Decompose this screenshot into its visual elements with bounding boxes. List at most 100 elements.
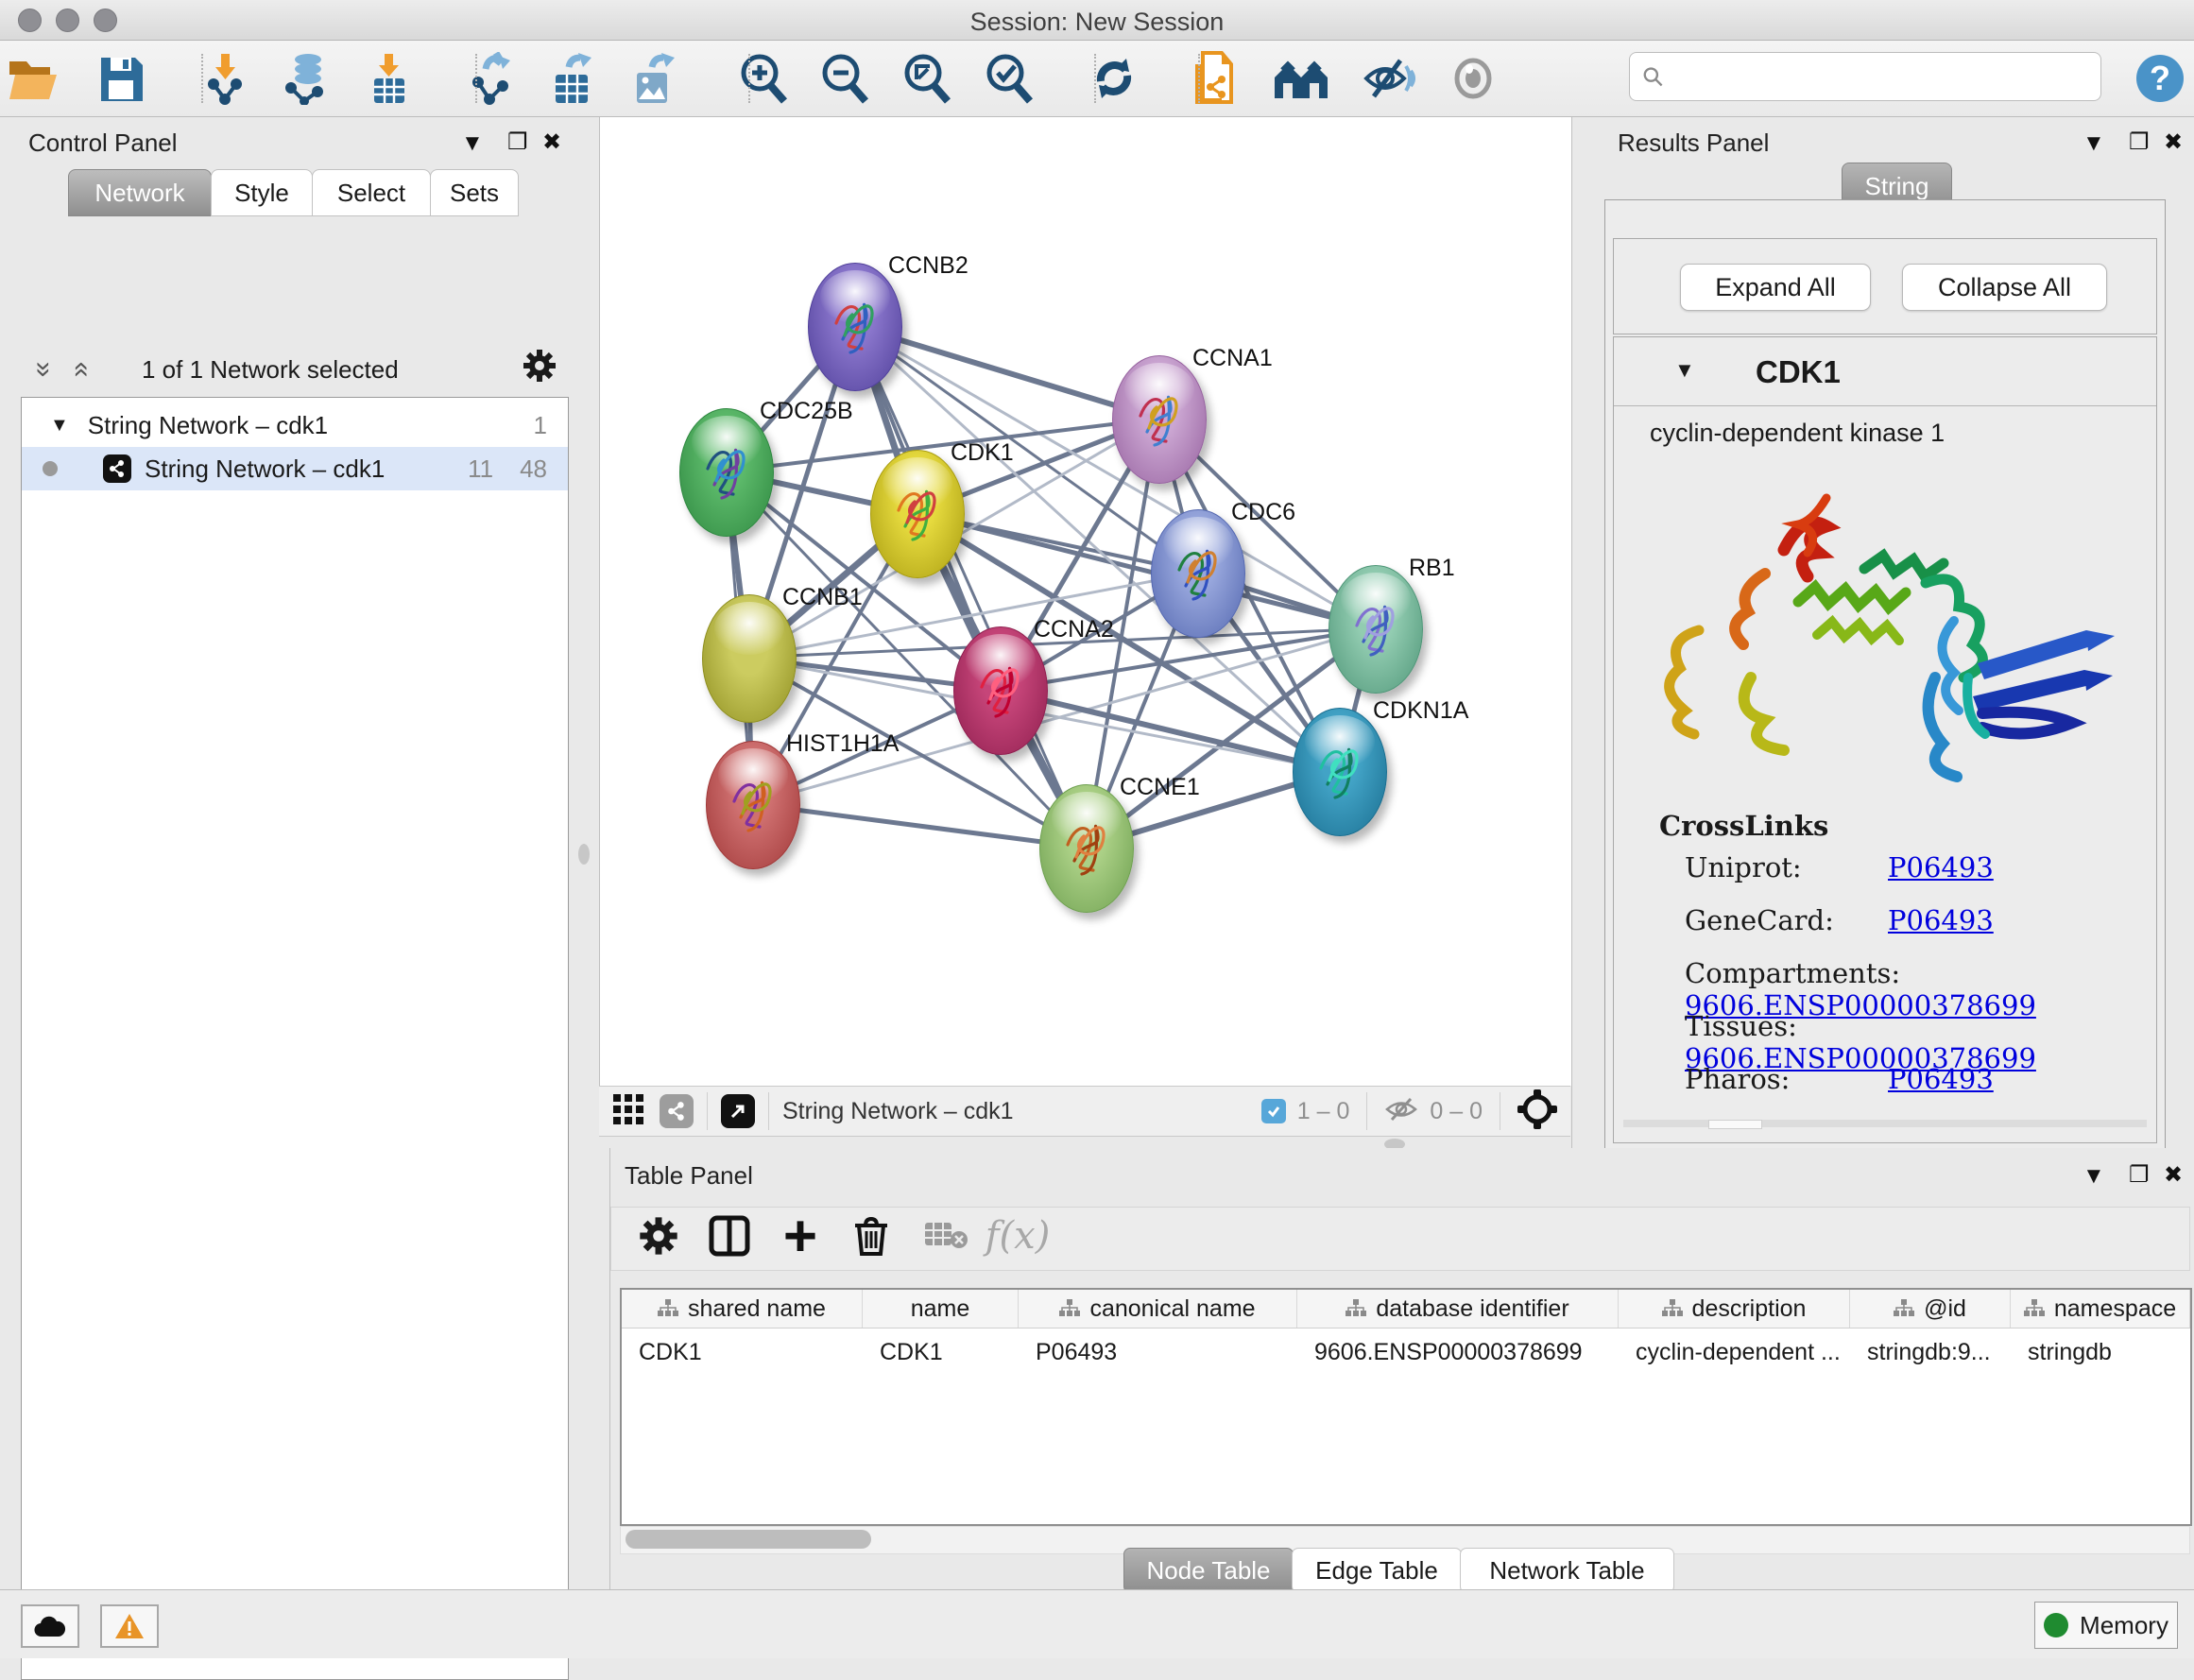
expand-all-icon[interactable]: » xyxy=(72,353,88,386)
network-edge[interactable] xyxy=(752,804,1086,848)
show-columns-icon[interactable] xyxy=(701,1208,758,1264)
save-session-icon[interactable] xyxy=(91,48,151,109)
open-in-new-window-icon[interactable] xyxy=(721,1094,755,1128)
column-header-database-identifier[interactable]: database identifier xyxy=(1297,1290,1619,1328)
show-graphics-icon[interactable] xyxy=(1443,48,1503,109)
delete-table-icon[interactable] xyxy=(918,1208,975,1264)
crosslink-link[interactable]: P06493 xyxy=(1888,851,1994,883)
table-cell[interactable]: stringdb:9... xyxy=(1850,1333,2011,1371)
table-cell[interactable]: 9606.ENSP00000378699 xyxy=(1297,1333,1619,1371)
network-node-rb1[interactable] xyxy=(1328,565,1423,694)
left-splitter-handle[interactable] xyxy=(578,844,590,865)
float-panel-icon[interactable]: ❐ xyxy=(507,129,528,156)
crosslink-link[interactable]: P06493 xyxy=(1888,1063,1994,1095)
delete-column-icon[interactable] xyxy=(843,1208,900,1264)
table-options-gear-icon[interactable] xyxy=(630,1208,687,1264)
panel-menu-icon[interactable]: ▼ xyxy=(2083,130,2105,157)
table-cell[interactable]: CDK1 xyxy=(622,1333,863,1371)
close-panel-icon[interactable]: ✖ xyxy=(542,129,561,156)
network-node-cdk1[interactable] xyxy=(870,450,965,578)
zoom-out-icon[interactable] xyxy=(814,48,875,109)
string-home-icon[interactable] xyxy=(1271,48,1331,109)
create-column-icon[interactable]: + xyxy=(772,1208,829,1264)
close-panel-icon[interactable]: ✖ xyxy=(2164,129,2183,156)
cloud-status-button[interactable] xyxy=(21,1604,79,1648)
network-row[interactable]: String Network – cdk1 11 48 xyxy=(22,447,568,490)
tab-select[interactable]: Select xyxy=(312,169,431,216)
table-cell[interactable]: cyclin-dependent ... xyxy=(1619,1333,1850,1371)
collection-expand-icon[interactable]: ▼ xyxy=(50,415,69,437)
network-collection-row[interactable]: ▼ String Network – cdk1 1 xyxy=(22,403,568,447)
export-table-icon[interactable] xyxy=(542,48,603,109)
import-network-file-icon[interactable] xyxy=(195,48,255,109)
column-header-canonical-name[interactable]: canonical name xyxy=(1019,1290,1297,1328)
share-file-icon[interactable] xyxy=(1183,48,1243,109)
hide-unhide-icon[interactable] xyxy=(1358,48,1418,109)
network-node-cdkn1a[interactable] xyxy=(1293,708,1387,836)
column-header-description[interactable]: description xyxy=(1619,1290,1850,1328)
panel-menu-icon[interactable]: ▼ xyxy=(461,130,484,157)
tab-network-table[interactable]: Network Table xyxy=(1460,1548,1674,1593)
card-scrollbar-track[interactable] xyxy=(1623,1120,2147,1127)
network-node-ccne1[interactable] xyxy=(1039,784,1134,913)
open-session-icon[interactable] xyxy=(2,48,62,109)
zoom-selected-icon[interactable] xyxy=(979,48,1039,109)
protein-card-header[interactable]: ▼ CDK1 xyxy=(1614,337,2156,406)
float-panel-icon[interactable]: ❐ xyxy=(2129,1161,2150,1189)
export-network-icon[interactable] xyxy=(462,48,523,109)
network-node-cdc6[interactable] xyxy=(1151,509,1245,638)
zoom-fit-icon[interactable] xyxy=(897,48,957,109)
refresh-icon[interactable] xyxy=(1084,48,1144,109)
import-network-database-icon[interactable] xyxy=(276,48,336,109)
table-cell[interactable]: P06493 xyxy=(1019,1333,1297,1371)
network-node-ccnb1[interactable] xyxy=(702,594,797,723)
table-hscrollbar-thumb[interactable] xyxy=(626,1530,871,1549)
tab-sets[interactable]: Sets xyxy=(430,169,519,216)
tab-edge-table[interactable]: Edge Table xyxy=(1292,1548,1462,1593)
network-edge[interactable] xyxy=(752,628,1375,804)
zoom-in-icon[interactable] xyxy=(733,48,794,109)
panel-menu-icon[interactable]: ▼ xyxy=(2083,1163,2105,1190)
help-icon[interactable]: ? xyxy=(2130,48,2190,109)
network-edge[interactable] xyxy=(917,513,1375,628)
memory-button[interactable]: Memory xyxy=(2034,1602,2178,1649)
column-header-name[interactable]: name xyxy=(863,1290,1019,1328)
network-node-hist1h1a[interactable] xyxy=(706,741,800,869)
function-builder-icon[interactable]: f(x) xyxy=(989,1208,1046,1264)
network-node-cdc25b[interactable] xyxy=(679,408,774,537)
export-image-icon[interactable] xyxy=(624,48,684,109)
table-cell[interactable]: stringdb xyxy=(2011,1333,2190,1371)
search-box[interactable] xyxy=(1629,52,2101,101)
node-table[interactable]: shared namenamecanonical namedatabase id… xyxy=(620,1288,2192,1526)
network-share-icon[interactable] xyxy=(660,1094,694,1128)
fit-selected-crosshair-icon[interactable] xyxy=(1517,1089,1557,1134)
network-node-ccna2[interactable] xyxy=(953,626,1048,755)
collapse-all-button[interactable]: Collapse All xyxy=(1902,264,2107,311)
birds-eye-grid-icon[interactable] xyxy=(612,1093,644,1130)
warnings-button[interactable] xyxy=(100,1604,159,1648)
table-cell[interactable]: CDK1 xyxy=(863,1333,1019,1371)
selected-checkbox-icon[interactable] xyxy=(1261,1099,1286,1123)
column-header-shared-name[interactable]: shared name xyxy=(622,1290,863,1328)
close-panel-icon[interactable]: ✖ xyxy=(2164,1161,2183,1189)
network-node-ccna1[interactable] xyxy=(1112,355,1207,484)
network-node-ccnb2[interactable] xyxy=(808,263,902,391)
network-options-gear-icon[interactable] xyxy=(522,348,557,388)
float-panel-icon[interactable]: ❐ xyxy=(2129,129,2150,156)
network-edge[interactable] xyxy=(854,326,1086,848)
crosslink-link[interactable]: P06493 xyxy=(1888,904,1994,936)
network-view-canvas[interactable]: CCNB2CCNA1CDC25BCDK1CDC6RB1CCNB1CCNA2CDK… xyxy=(599,117,1572,1086)
collapse-all-icon[interactable]: » xyxy=(36,353,52,386)
tab-style[interactable]: Style xyxy=(211,169,313,216)
tab-node-table[interactable]: Node Table xyxy=(1123,1548,1294,1593)
hidden-eye-icon[interactable] xyxy=(1384,1095,1418,1128)
collapse-card-icon[interactable]: ▼ xyxy=(1674,358,1695,383)
expand-all-button[interactable]: Expand All xyxy=(1680,264,1871,311)
column-header--id[interactable]: @id xyxy=(1850,1290,2011,1328)
column-header-namespace[interactable]: namespace xyxy=(2011,1290,2190,1328)
search-input[interactable] xyxy=(1664,62,2089,91)
node-count: 11 xyxy=(468,454,493,484)
import-table-icon[interactable] xyxy=(359,48,420,109)
tab-network[interactable]: Network xyxy=(68,169,212,216)
card-scrollbar-thumb[interactable] xyxy=(1708,1120,1762,1129)
